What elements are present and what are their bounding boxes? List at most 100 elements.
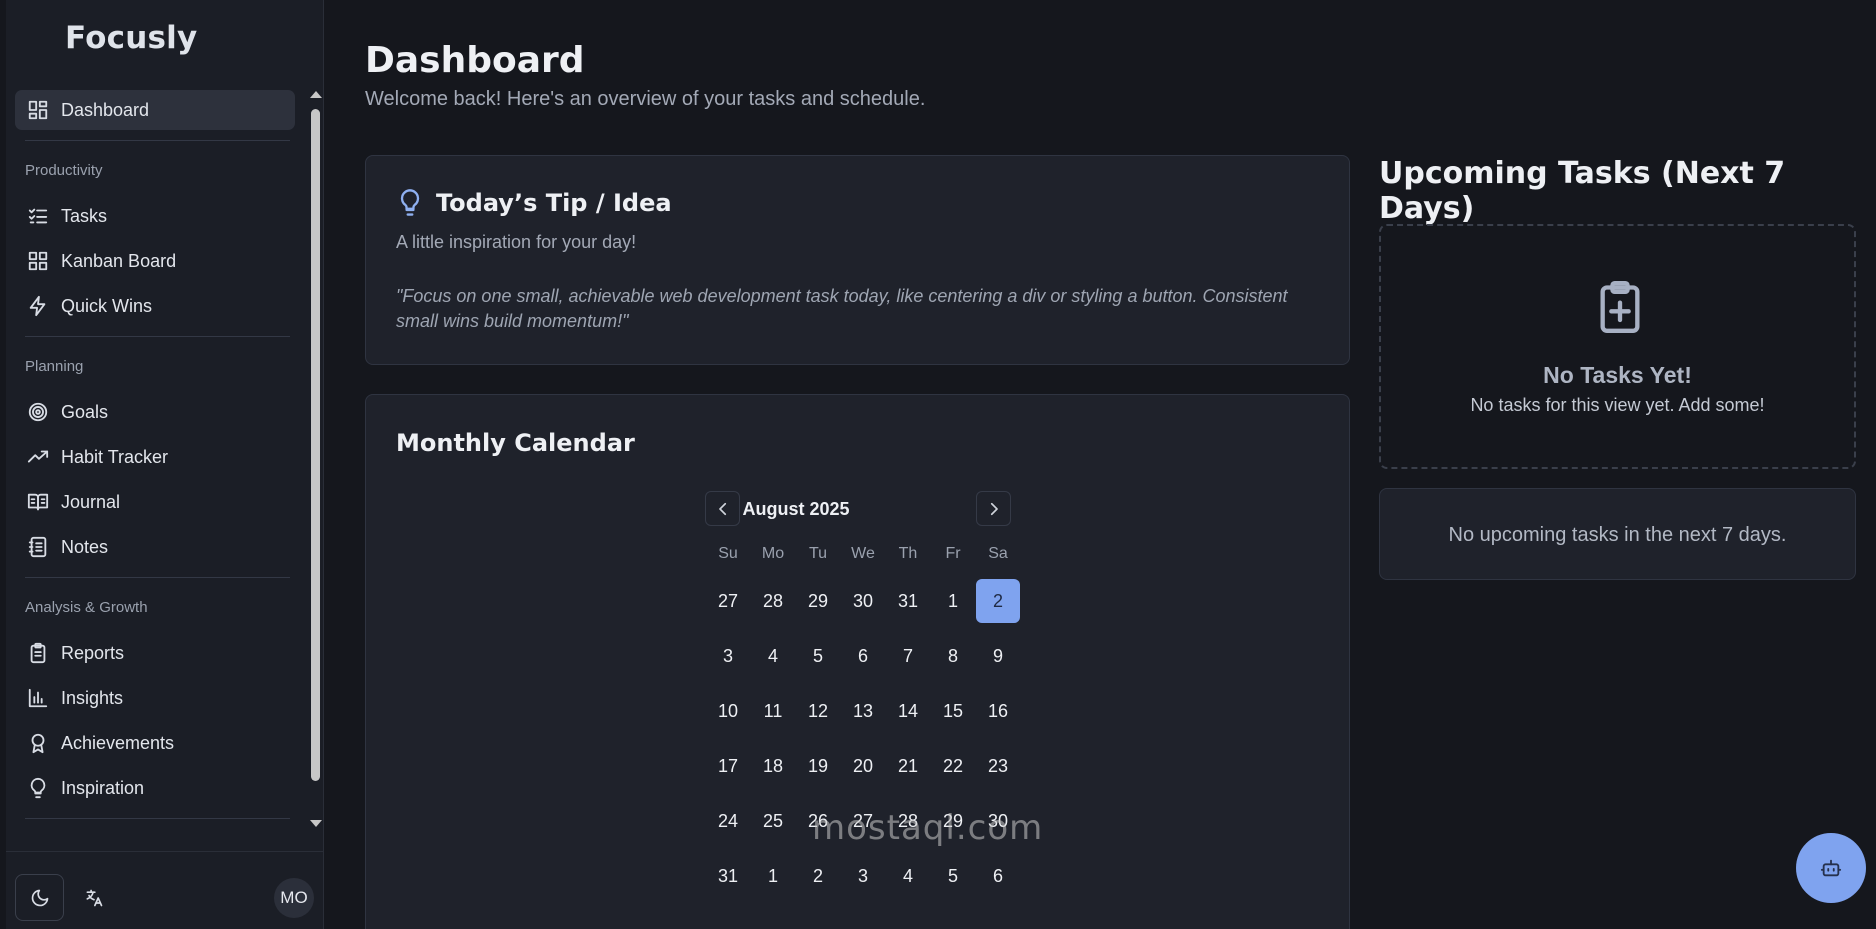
calendar-day[interactable]: 3 <box>841 854 885 898</box>
sidebar-scrollbar[interactable] <box>308 85 322 837</box>
calendar-day[interactable]: 2 <box>796 854 840 898</box>
upcoming-card: No upcoming tasks in the next 7 days. <box>1379 488 1856 580</box>
kanban-icon <box>26 249 50 273</box>
calendar-day[interactable]: 4 <box>751 634 795 678</box>
sidebar-item-label: Tasks <box>61 205 108 226</box>
calendar-day[interactable]: 15 <box>931 689 975 733</box>
trending-up-icon <box>26 445 50 469</box>
sidebar-item-journal[interactable]: Journal <box>15 482 295 522</box>
sidebar-item-label: Quick Wins <box>61 295 153 316</box>
calendar-day[interactable]: 23 <box>976 744 1020 788</box>
calendar-day[interactable]: 3 <box>706 634 750 678</box>
calendar-day[interactable]: 8 <box>931 634 975 678</box>
theme-toggle-button[interactable] <box>15 874 64 921</box>
calendar-day[interactable]: 2 <box>976 579 1020 623</box>
sidebar-item-label: Insights <box>61 687 124 708</box>
sidebar-item-reports[interactable]: Reports <box>15 633 295 673</box>
sidebar-item-label: Dashboard <box>61 99 150 120</box>
avatar[interactable]: MO <box>274 878 314 918</box>
sidebar-item-quick-wins[interactable]: Quick Wins <box>15 286 295 326</box>
calendar-day[interactable]: 22 <box>931 744 975 788</box>
weekday-label: Tu <box>808 545 828 562</box>
empty-subtitle: No tasks for this view yet. Add some! <box>1470 395 1765 415</box>
calendar-day[interactable]: 29 <box>796 579 840 623</box>
sidebar-item-label: Achievements <box>61 732 175 753</box>
divider <box>25 336 290 337</box>
calendar-day[interactable]: 16 <box>976 689 1020 733</box>
calendar-title: Monthly Calendar <box>396 429 635 457</box>
weekday-label: Su <box>718 545 738 562</box>
calendar-day[interactable]: 10 <box>706 689 750 733</box>
weekday-label: Sa <box>988 545 1008 562</box>
weekday-label: Fr <box>945 545 961 562</box>
calendar-day[interactable]: 18 <box>751 744 795 788</box>
calendar-day[interactable]: 25 <box>751 799 795 843</box>
lightning-icon <box>26 294 50 318</box>
sidebar-item-goals[interactable]: Goals <box>15 392 295 432</box>
calendar-day[interactable]: 17 <box>706 744 750 788</box>
sidebar-item-achievements[interactable]: Achievements <box>15 723 295 763</box>
calendar-day[interactable]: 31 <box>706 854 750 898</box>
calendar-day[interactable]: 7 <box>886 634 930 678</box>
tip-subtitle: A little inspiration for your day! <box>396 232 637 252</box>
sidebar-item-inspiration[interactable]: Inspiration <box>15 768 295 808</box>
scroll-up-icon[interactable] <box>310 91 322 98</box>
translate-icon <box>86 889 103 907</box>
sidebar-item-notes[interactable]: Notes <box>15 527 295 567</box>
calendar-day[interactable]: 5 <box>931 854 975 898</box>
section-title-productivity: Productivity <box>25 162 103 179</box>
calendar-day[interactable]: 6 <box>841 634 885 678</box>
calendar-day[interactable]: 30 <box>841 579 885 623</box>
scroll-thumb[interactable] <box>311 109 320 781</box>
page-title: Dashboard <box>365 40 585 81</box>
calendar-day[interactable]: 4 <box>886 854 930 898</box>
scroll-down-icon[interactable] <box>310 820 322 827</box>
calendar-card: Monthly Calendar August 2025 Su Mo Tu We Th F… <box>365 394 1350 929</box>
sidebar-item-label: Inspiration <box>61 777 145 798</box>
sidebar-item-dashboard[interactable]: Dashboard <box>15 90 295 130</box>
calendar-day[interactable]: 6 <box>976 854 1020 898</box>
section-title-planning: Planning <box>25 358 84 375</box>
calendar-day[interactable]: 19 <box>796 744 840 788</box>
sidebar-item-kanban-board[interactable]: Kanban Board <box>15 241 295 281</box>
upcoming-title: Upcoming Tasks (Next 7 Days) <box>1379 156 1786 226</box>
calendar-day[interactable]: 12 <box>796 689 840 733</box>
calendar-day[interactable]: 14 <box>886 689 930 733</box>
calendar-day[interactable]: 24 <box>706 799 750 843</box>
empty-tasks-box: No Tasks Yet! No tasks for this view yet… <box>1379 224 1856 469</box>
language-button[interactable] <box>82 886 106 910</box>
calendar-day[interactable]: 11 <box>751 689 795 733</box>
calendar-day[interactable]: 27 <box>706 579 750 623</box>
calendar-day[interactable]: 13 <box>841 689 885 733</box>
weekday-label: Mo <box>761 545 785 562</box>
calendar-day[interactable]: 1 <box>751 854 795 898</box>
calendar-day[interactable]: 20 <box>841 744 885 788</box>
sidebar-nav: Dashboard Productivity Tasks Kanban Boar… <box>6 88 306 836</box>
sidebar-item-insights[interactable]: Insights <box>15 678 295 718</box>
sidebar-footer: MO <box>6 851 324 929</box>
sidebar-item-tasks[interactable]: Tasks <box>15 196 295 236</box>
calendar-day[interactable]: 21 <box>886 744 930 788</box>
book-icon <box>26 490 50 514</box>
sidebar-item-label: Notes <box>61 536 109 557</box>
calendar-day[interactable]: 5 <box>796 634 840 678</box>
app-logo[interactable]: Focusly <box>65 20 197 56</box>
assistant-button[interactable] <box>1796 833 1866 903</box>
weekday-label: We <box>851 545 875 562</box>
sidebar: Focusly Dashboard Productivity Tasks Kan… <box>6 0 324 929</box>
next-month-button[interactable] <box>976 491 1011 526</box>
empty-title: No Tasks Yet! <box>1543 362 1692 388</box>
sidebar-item-label: Journal <box>61 491 121 512</box>
calendar-day[interactable]: 9 <box>976 634 1020 678</box>
dashboard-icon <box>26 98 50 122</box>
lightbulb-icon <box>26 776 50 800</box>
sidebar-item-habit-tracker[interactable]: Habit Tracker <box>15 437 295 477</box>
calendar-day[interactable]: 28 <box>751 579 795 623</box>
bar-chart-icon <box>26 686 50 710</box>
calendar-day[interactable]: 1 <box>931 579 975 623</box>
tasks-icon <box>26 204 50 228</box>
divider <box>25 140 290 141</box>
calendar-day[interactable]: 31 <box>886 579 930 623</box>
sidebar-item-label: Habit Tracker <box>61 446 169 467</box>
page-subtitle: Welcome back! Here's an overview of your… <box>365 88 926 110</box>
